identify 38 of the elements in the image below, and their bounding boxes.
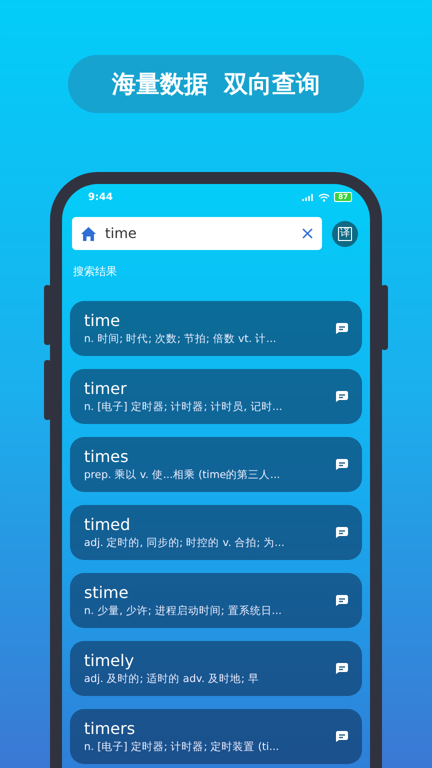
note-icon bbox=[336, 459, 348, 470]
result-word: timely bbox=[84, 651, 134, 670]
result-word: time bbox=[84, 311, 120, 330]
section-label: 搜索结果 bbox=[73, 264, 117, 279]
result-definition: n. 少量, 少许; 进程启动时间; 置系统日... bbox=[84, 604, 282, 618]
result-definition: adj. 及时的; 适时的 adv. 及时地; 早 bbox=[84, 672, 259, 686]
result-definition: adj. 定时的, 同步的; 时控的 v. 合拍; 为... bbox=[84, 536, 285, 550]
result-card[interactable]: timely adj. 及时的; 适时的 adv. 及时地; 早 bbox=[70, 641, 362, 696]
translate-button[interactable]: 译 bbox=[332, 220, 358, 246]
note-icon bbox=[336, 391, 348, 402]
status-time: 9:44 bbox=[88, 192, 113, 202]
home-icon bbox=[81, 226, 96, 240]
note-icon bbox=[336, 323, 348, 334]
result-definition: n. [电子] 定时器; 计时器; 定时装置 (ti... bbox=[84, 740, 280, 754]
note-icon bbox=[336, 595, 348, 606]
note-icon bbox=[336, 731, 348, 742]
result-card[interactable]: stime n. 少量, 少许; 进程启动时间; 置系统日... bbox=[70, 573, 362, 628]
result-card[interactable]: time n. 时间; 时代; 次数; 节拍; 倍数 vt. 计... bbox=[70, 301, 362, 356]
result-word: timer bbox=[84, 379, 127, 398]
signal-icon bbox=[302, 193, 314, 201]
result-card[interactable]: timed adj. 定时的, 同步的; 时控的 v. 合拍; 为... bbox=[70, 505, 362, 560]
result-card[interactable]: times prep. 乘以 v. 使...相乘 (time的第三人... bbox=[70, 437, 362, 492]
wifi-icon bbox=[318, 192, 330, 202]
result-word: times bbox=[84, 447, 128, 466]
search-input[interactable]: time bbox=[105, 226, 293, 242]
result-word: stime bbox=[84, 583, 128, 602]
result-definition: n. 时间; 时代; 次数; 节拍; 倍数 vt. 计... bbox=[84, 332, 276, 346]
close-icon[interactable] bbox=[302, 228, 313, 239]
search-field[interactable]: time bbox=[72, 217, 322, 250]
result-definition: n. [电子] 定时器; 计时器; 计时员, 记时... bbox=[84, 400, 282, 414]
note-icon bbox=[336, 527, 348, 538]
banner-title: 海量数据 双向查询 bbox=[112, 69, 320, 100]
note-icon bbox=[336, 663, 348, 674]
result-word: timers bbox=[84, 719, 136, 738]
result-card[interactable]: timer n. [电子] 定时器; 计时器; 计时员, 记时... bbox=[70, 369, 362, 424]
result-definition: prep. 乘以 v. 使...相乘 (time的第三人... bbox=[84, 468, 280, 482]
result-word: timed bbox=[84, 515, 130, 534]
result-card[interactable]: timers n. [电子] 定时器; 计时器; 定时装置 (ti... bbox=[70, 709, 362, 764]
